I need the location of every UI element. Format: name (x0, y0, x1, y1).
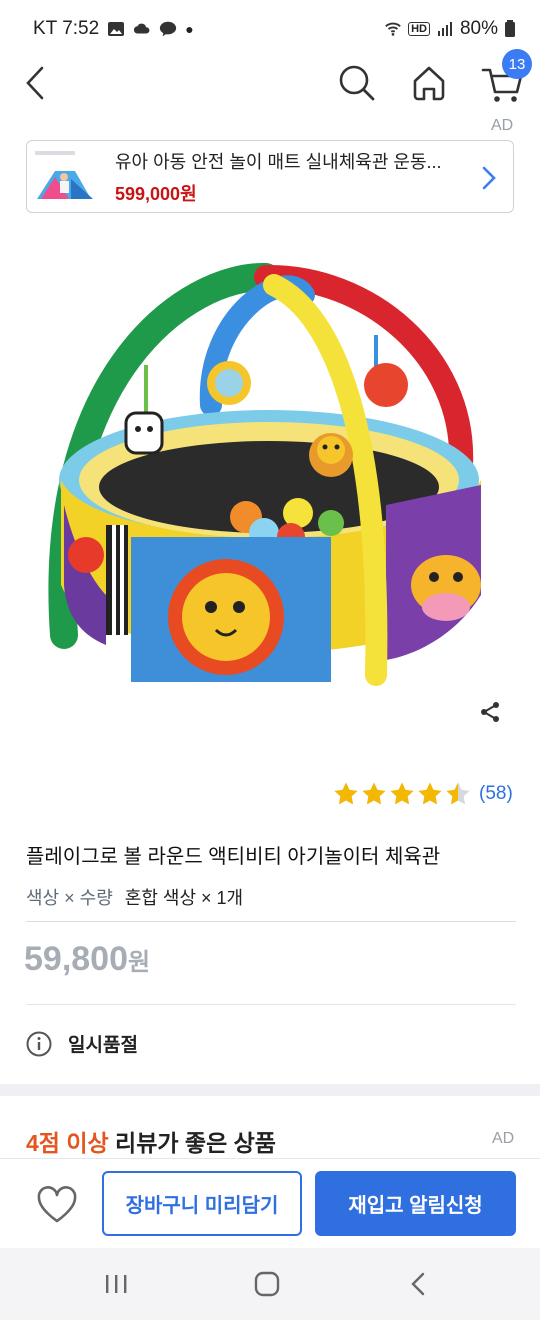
price-value: 59,800 (24, 940, 128, 978)
reviews-section-title: 4점 이상 리뷰가 좋은 상품 (26, 1124, 276, 1158)
ad-banner[interactable]: 유아 아동 안전 놀이 매트 실내체육관 운동... 599,000원 (26, 140, 514, 213)
signal-icon (437, 22, 452, 36)
star-icon (446, 782, 470, 805)
star-icon (418, 782, 442, 805)
ad-title: 유아 아동 안전 놀이 매트 실내체육관 운동... (115, 151, 442, 172)
gallery-icon (108, 22, 125, 36)
battery-percent: 80% (459, 18, 498, 39)
heart-icon[interactable] (36, 1185, 78, 1225)
price-unit: 원 (128, 949, 151, 976)
stock-status: 일시품절 (26, 1030, 138, 1057)
search-icon[interactable] (336, 62, 376, 102)
restock-alert-button[interactable]: 재입고 알림신청 (315, 1171, 516, 1236)
share-icon[interactable] (478, 700, 502, 724)
product-option: 색상 × 수량 혼합 색상 × 1개 (26, 884, 243, 910)
section-title-rest: 리뷰가 좋은 상품 (108, 1130, 276, 1156)
system-navigation-bar (0, 1248, 540, 1320)
rating[interactable]: (58) (333, 781, 513, 807)
info-icon (26, 1031, 52, 1056)
carrier-time: KT 7:52 (33, 18, 100, 39)
wifi-icon (385, 22, 401, 36)
status-bar: KT 7:52 ● HD 80% (0, 0, 540, 58)
battery-icon (505, 20, 515, 37)
cart-count-badge: 13 (502, 49, 532, 79)
section-ad-label: AD (492, 1130, 515, 1147)
star-icon (362, 782, 386, 805)
rating-count[interactable]: (58) (479, 783, 513, 805)
section-separator (0, 1084, 540, 1096)
add-to-cart-button[interactable]: 장바구니 미리담기 (102, 1171, 302, 1236)
top-navigation: 13 (0, 49, 540, 116)
divider (26, 1004, 516, 1005)
ad-label: AD (491, 117, 514, 134)
stock-status-text: 일시품절 (68, 1035, 138, 1056)
bottom-action-bar: 장바구니 미리담기 재입고 알림신청 (0, 1158, 540, 1248)
option-key: 색상 × 수량 (26, 888, 113, 908)
product-price: 59,800원 (24, 940, 150, 979)
ad-price: 599,000원 (115, 183, 197, 204)
back-icon[interactable] (20, 62, 60, 102)
ad-product-thumbnail (31, 148, 101, 205)
product-image (48, 262, 481, 686)
hd-icon: HD (408, 22, 430, 36)
option-value: 혼합 색상 × 1개 (124, 888, 244, 908)
talk-icon (160, 21, 177, 37)
home-nav-icon[interactable] (253, 1270, 281, 1298)
dot-icon: ● (185, 21, 194, 37)
divider (26, 921, 516, 922)
chevron-right-icon (482, 166, 496, 190)
home-icon[interactable] (409, 62, 449, 102)
star-icon (390, 782, 414, 805)
cloud-icon (134, 23, 150, 34)
section-title-highlight: 4점 이상 (26, 1130, 109, 1156)
star-icon (334, 782, 358, 805)
product-title: 플레이그로 볼 라운드 액티비티 아기놀이터 체육관 (26, 846, 441, 868)
back-nav-icon[interactable] (405, 1270, 433, 1298)
recent-apps-icon[interactable] (102, 1270, 130, 1298)
